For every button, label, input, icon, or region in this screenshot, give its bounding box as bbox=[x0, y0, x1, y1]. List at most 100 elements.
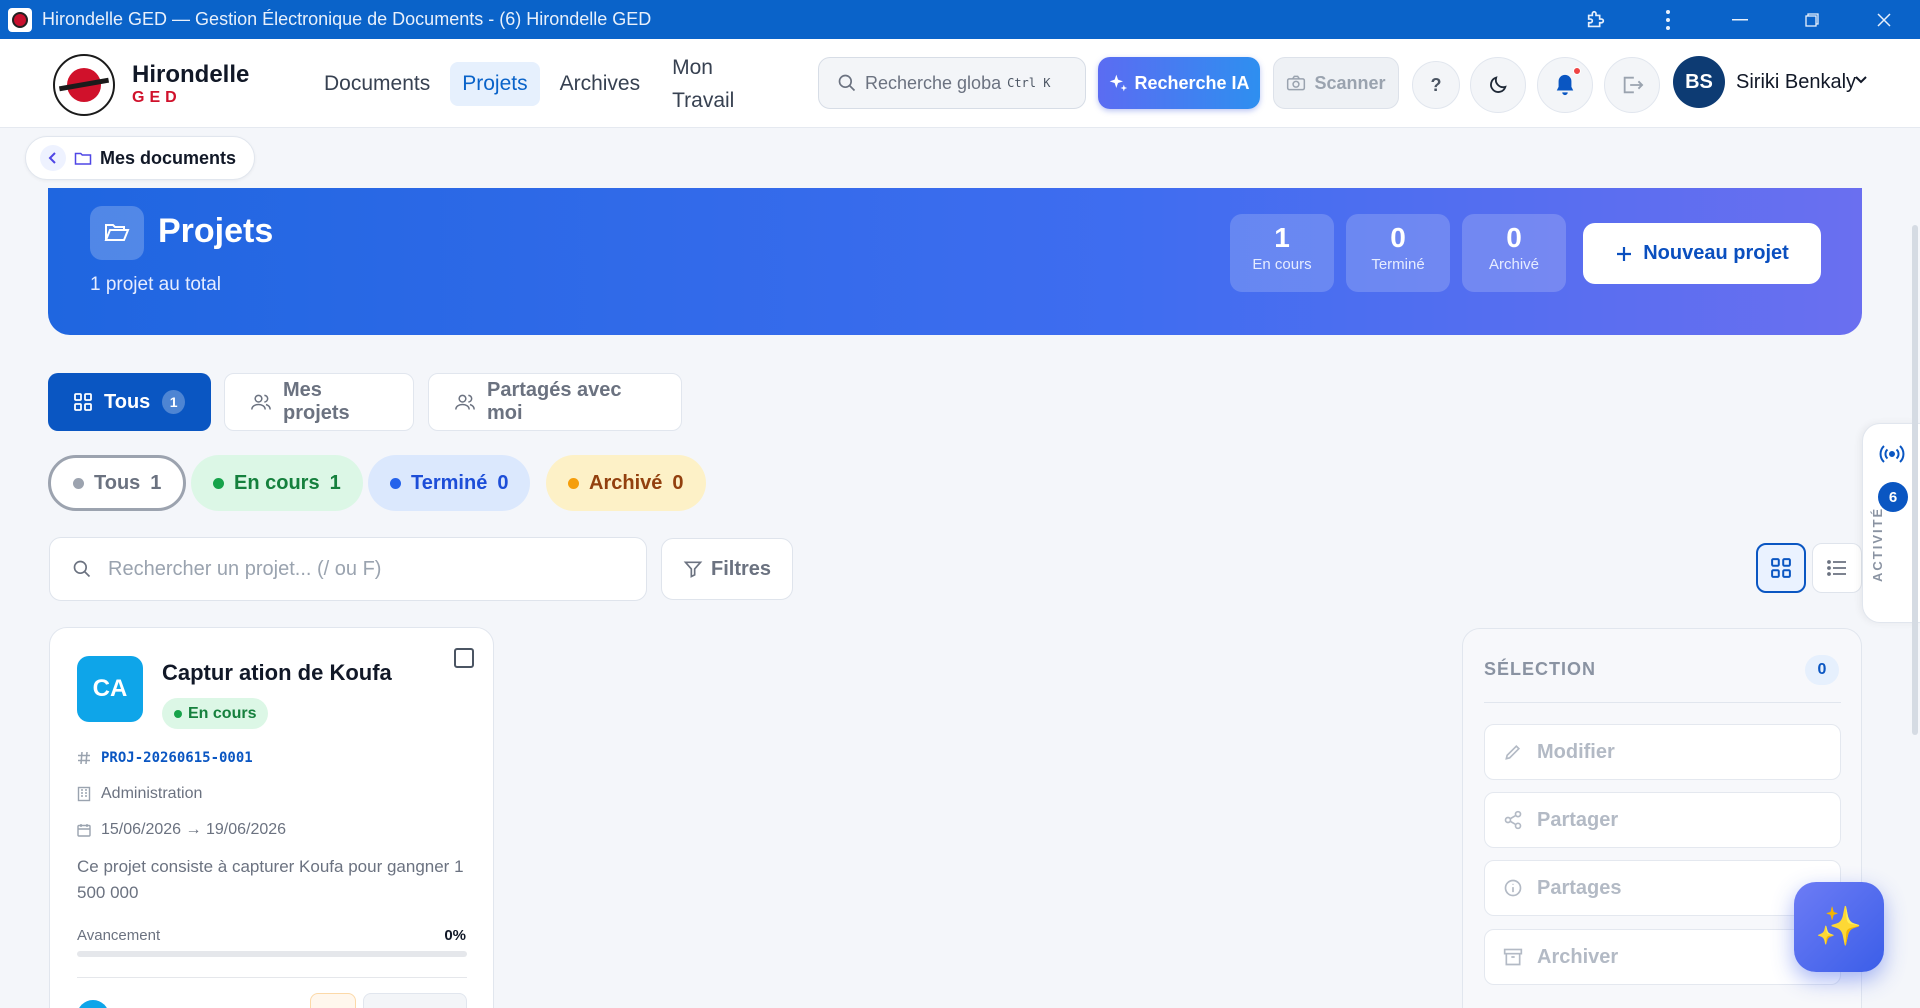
breadcrumb-label: Mes documents bbox=[100, 147, 237, 168]
stat-label: Archivé bbox=[1488, 256, 1540, 273]
ai-search-button[interactable]: Recherche IA bbox=[1098, 57, 1260, 109]
progress-bar bbox=[77, 951, 467, 957]
card-divider bbox=[77, 977, 467, 978]
filter-chip-archive[interactable]: Archivé 0 bbox=[546, 455, 706, 511]
global-search-placeholder: Recherche globa bbox=[865, 72, 1002, 93]
project-search-input[interactable]: Rechercher un projet... (/ ou F) bbox=[49, 537, 647, 601]
progress-label: Avancement bbox=[77, 927, 161, 944]
share-button[interactable]: Partager bbox=[1484, 792, 1841, 848]
chevron-down-icon[interactable] bbox=[1854, 75, 1868, 85]
chip-count: 0 bbox=[497, 471, 509, 494]
user-name[interactable]: Siriki Benkaly bbox=[1736, 71, 1856, 94]
new-project-button[interactable]: Nouveau projet bbox=[1583, 223, 1821, 284]
search-icon bbox=[72, 559, 92, 579]
main-nav: Documents Projets Archives Mon Travail bbox=[312, 39, 754, 128]
hash-icon bbox=[77, 751, 91, 765]
filter-chip-tous[interactable]: Tous 1 bbox=[48, 455, 187, 511]
pencil-icon bbox=[1503, 742, 1523, 762]
logout-button[interactable] bbox=[1604, 57, 1660, 113]
scanner-button[interactable]: Scanner bbox=[1273, 57, 1399, 109]
search-icon bbox=[837, 73, 857, 93]
nav-travail-label: Travail bbox=[672, 88, 735, 112]
shares-button[interactable]: Partages bbox=[1484, 860, 1841, 916]
scrollbar[interactable] bbox=[1912, 225, 1918, 735]
close-icon[interactable] bbox=[1848, 0, 1920, 39]
help-button[interactable]: ? bbox=[1412, 61, 1460, 109]
ai-search-label: Recherche IA bbox=[1134, 72, 1250, 93]
status-dot bbox=[390, 477, 401, 489]
archive-button[interactable]: Archiver bbox=[1484, 929, 1841, 985]
nav-documents[interactable]: Documents bbox=[312, 62, 442, 106]
filter-chip-termine[interactable]: Terminé 0 bbox=[368, 455, 531, 511]
chevron-left-icon[interactable] bbox=[40, 145, 66, 171]
stat-en-cours: 1 En cours bbox=[1230, 214, 1334, 292]
theme-toggle-button[interactable] bbox=[1470, 57, 1526, 113]
window-title: Hirondelle GED — Gestion Électronique de… bbox=[42, 9, 652, 29]
project-select-checkbox[interactable] bbox=[454, 648, 474, 668]
stat-termine: 0 Terminé bbox=[1346, 214, 1450, 292]
search-shortcut: Ctrl K bbox=[1007, 76, 1051, 90]
nav-mon-travail[interactable]: Mon Travail bbox=[660, 51, 746, 117]
project-card[interactable]: CA Captur ation de Koufa En cours PROJ-2… bbox=[49, 627, 494, 1008]
user-avatar[interactable]: BS bbox=[1673, 56, 1725, 108]
modify-label: Modifier bbox=[1537, 740, 1615, 763]
card-action-button[interactable] bbox=[363, 993, 467, 1008]
card-action-button[interactable] bbox=[310, 993, 356, 1008]
help-label: ? bbox=[1430, 74, 1442, 95]
list-view-button[interactable] bbox=[1812, 543, 1862, 593]
chip-label: En cours bbox=[234, 471, 320, 494]
tab-mes-projets[interactable]: Mes projets bbox=[224, 373, 414, 431]
modify-button[interactable]: Modifier bbox=[1484, 724, 1841, 780]
selection-count: 0 bbox=[1805, 655, 1839, 685]
share-icon bbox=[1503, 810, 1523, 830]
broadcast-icon bbox=[1879, 444, 1905, 464]
ai-assistant-button[interactable]: ✨ bbox=[1794, 882, 1884, 972]
chip-count: 1 bbox=[329, 471, 341, 494]
nav-mon-label: Mon bbox=[672, 55, 713, 79]
sparkle-icon bbox=[1108, 73, 1128, 93]
grid-view-button[interactable] bbox=[1756, 543, 1806, 593]
brand-logo[interactable] bbox=[53, 54, 115, 116]
selection-divider bbox=[1484, 702, 1841, 703]
chip-label: Terminé bbox=[411, 471, 488, 494]
extensions-icon[interactable] bbox=[1560, 0, 1632, 39]
tab-tous[interactable]: Tous 1 bbox=[48, 373, 211, 431]
filter-icon bbox=[683, 559, 703, 579]
more-vertical-icon[interactable] bbox=[1632, 0, 1704, 39]
chip-count: 1 bbox=[150, 471, 162, 494]
status-dot bbox=[174, 709, 182, 718]
global-search-input[interactable]: Recherche globa Ctrl K bbox=[818, 57, 1086, 109]
folder-open-icon bbox=[90, 206, 144, 260]
tab-partages[interactable]: Partagés avec moi bbox=[428, 373, 682, 431]
filters-button[interactable]: Filtres bbox=[661, 538, 793, 600]
stat-value: 0 bbox=[1390, 222, 1406, 253]
status-dot bbox=[73, 477, 84, 489]
breadcrumb[interactable]: Mes documents bbox=[25, 136, 256, 180]
tab-count: 1 bbox=[162, 390, 185, 414]
stat-value: 1 bbox=[1274, 222, 1290, 253]
filters-label: Filtres bbox=[710, 557, 772, 580]
tab-label: Partagés avec moi bbox=[487, 379, 622, 424]
folder-icon bbox=[74, 150, 92, 166]
nav-archives[interactable]: Archives bbox=[548, 62, 653, 106]
calendar-icon bbox=[77, 823, 91, 837]
selection-title: SÉLECTION bbox=[1484, 659, 1597, 679]
brand-name: Hirondelle bbox=[132, 61, 250, 88]
nav-projets[interactable]: Projets bbox=[450, 61, 540, 106]
filter-chip-en-cours[interactable]: En cours 1 bbox=[191, 455, 363, 511]
scanner-label: Scanner bbox=[1314, 72, 1386, 93]
project-description: Ce projet consiste à capturer Koufa pour… bbox=[77, 857, 464, 902]
notifications-button[interactable] bbox=[1537, 57, 1593, 113]
share-label: Partager bbox=[1537, 808, 1619, 831]
sparkle-icon: ✨ bbox=[1815, 906, 1863, 948]
project-title[interactable]: Captur ation de Koufa bbox=[162, 660, 392, 686]
project-dates: 15/06/2026 → 19/06/2026 bbox=[101, 821, 287, 838]
moon-icon bbox=[1487, 74, 1509, 96]
chip-count: 0 bbox=[672, 471, 684, 494]
window-titlebar: Hirondelle GED — Gestion Électronique de… bbox=[0, 0, 1920, 39]
plus-icon bbox=[1615, 245, 1633, 263]
project-dates-row: 15/06/2026 → 19/06/2026 bbox=[77, 821, 286, 839]
restore-icon[interactable] bbox=[1776, 0, 1848, 39]
minimize-icon[interactable] bbox=[1704, 0, 1776, 39]
stat-label: En cours bbox=[1252, 256, 1312, 273]
